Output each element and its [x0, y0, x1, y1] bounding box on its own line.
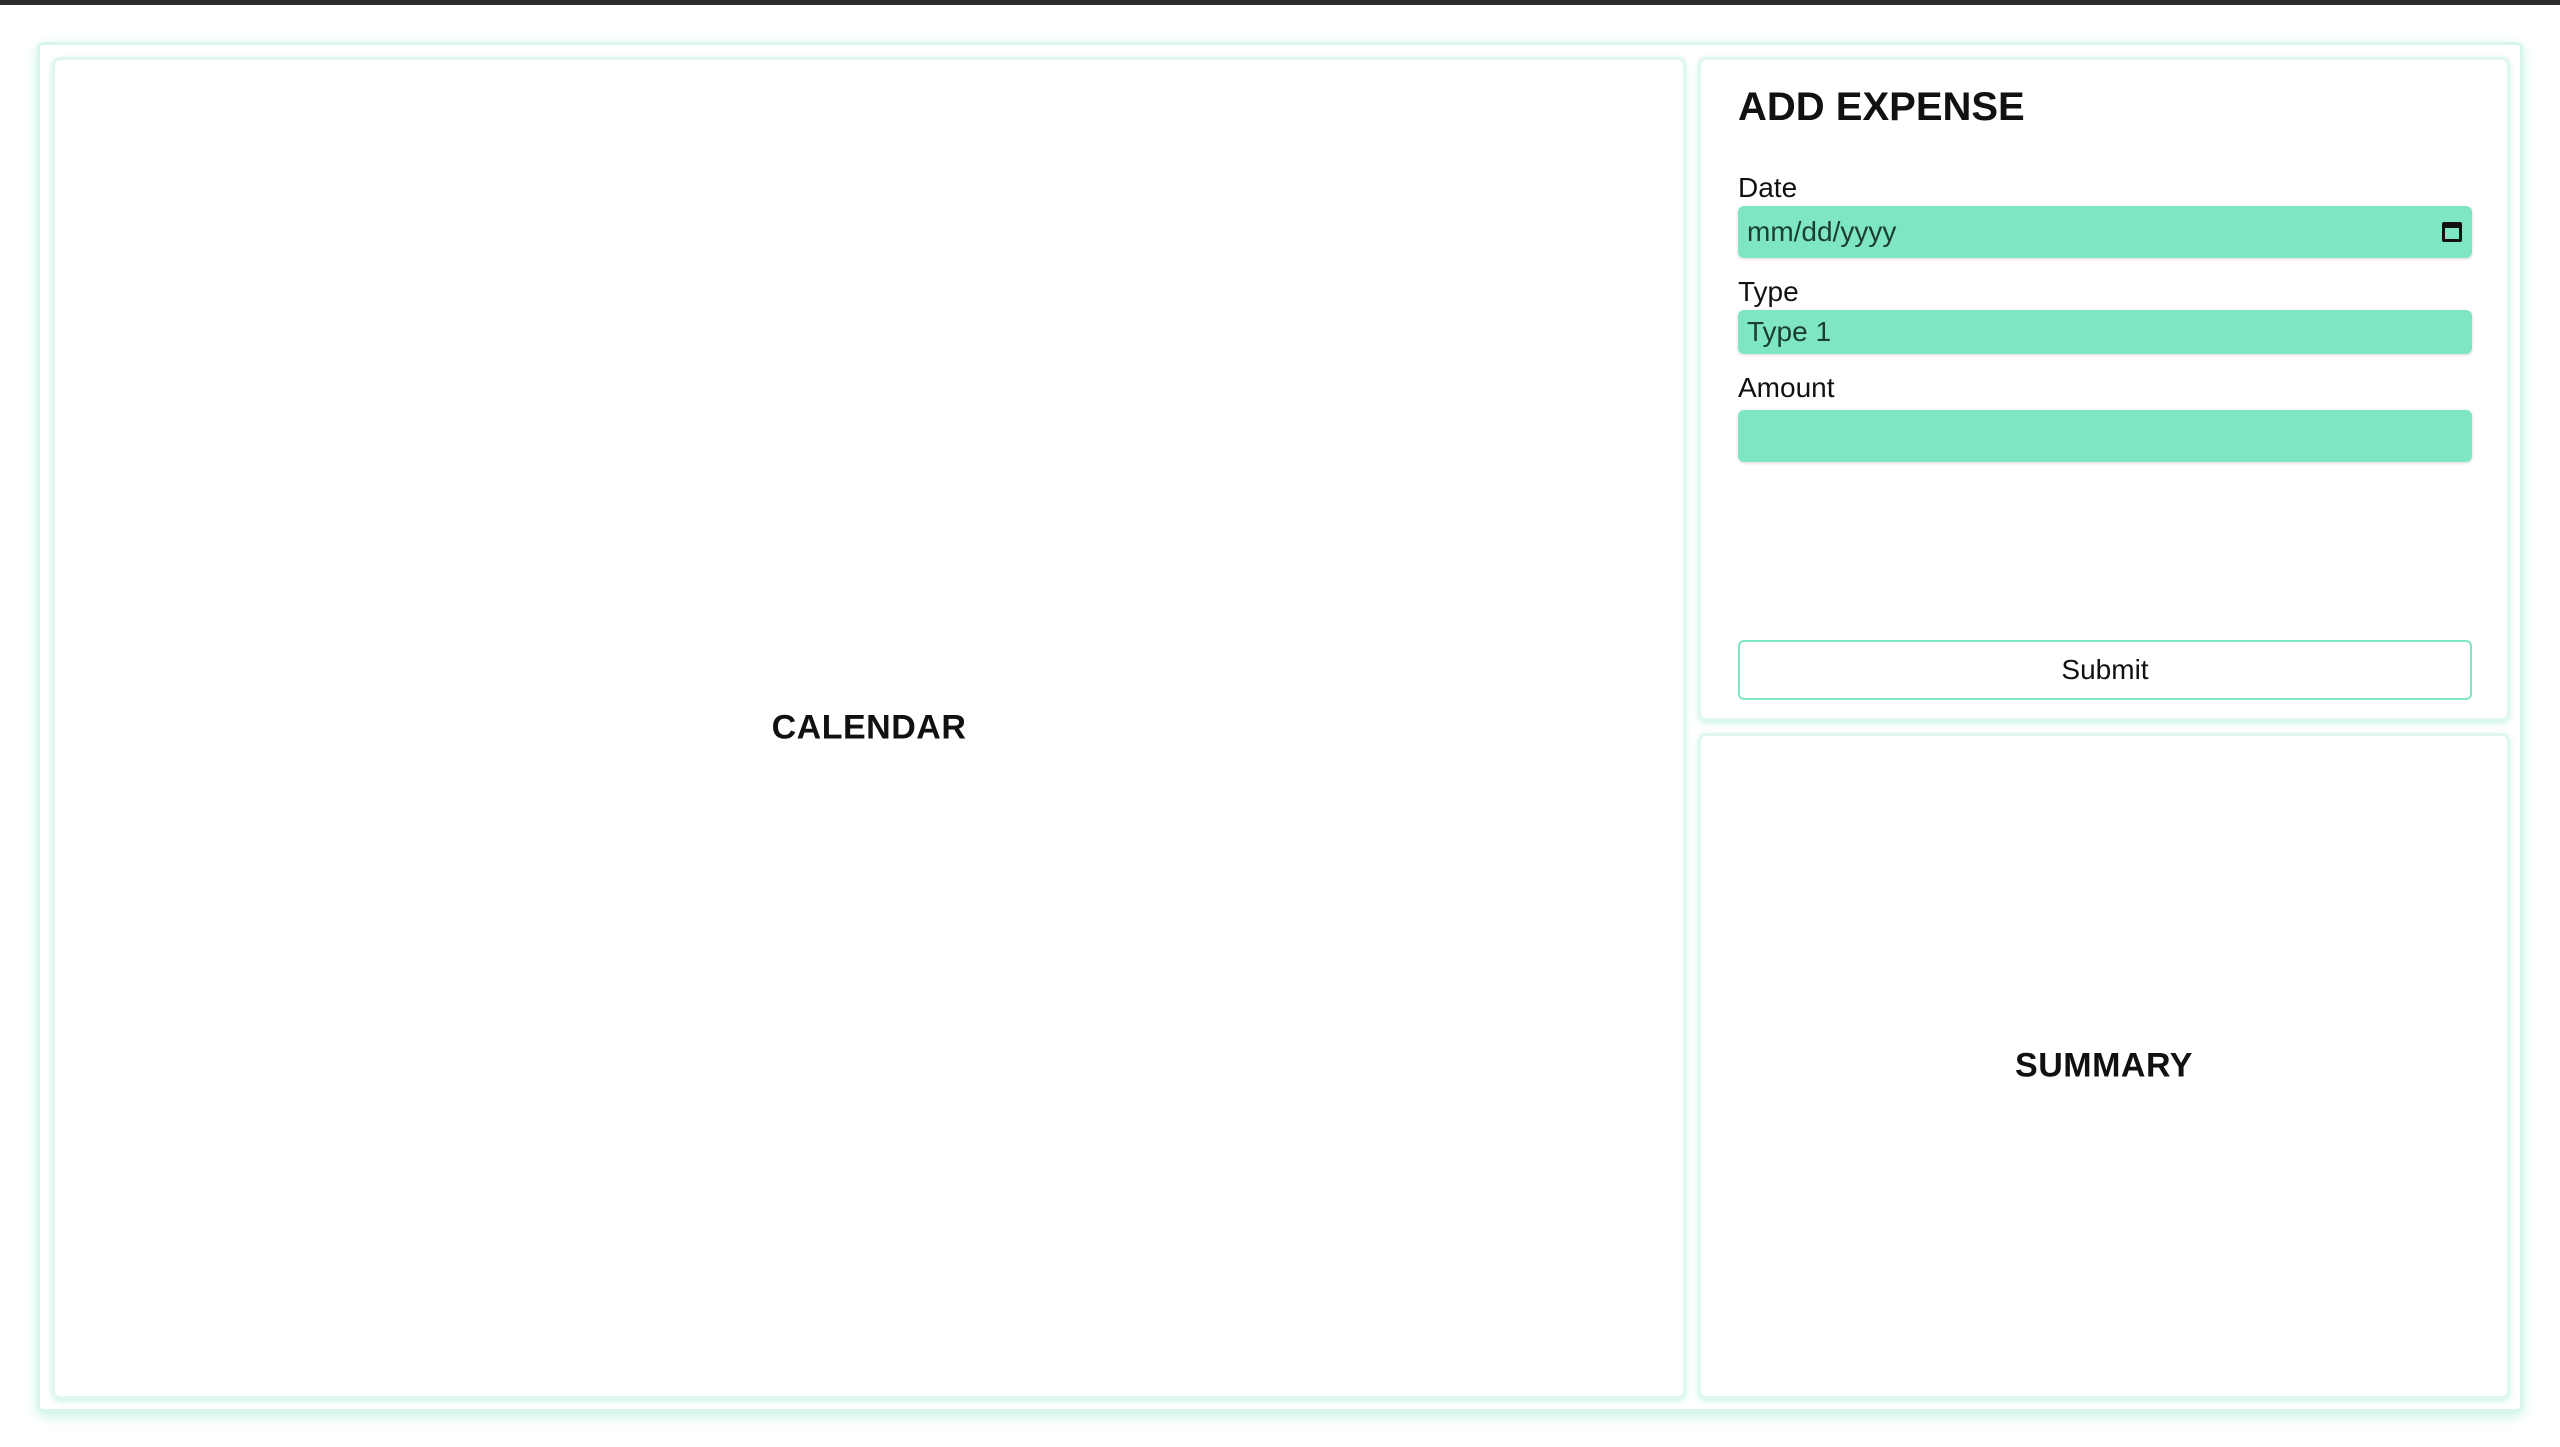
date-label: Date — [1738, 172, 1798, 203]
add-expense-title: ADD EXPENSE — [1738, 85, 2025, 129]
type-label: Type — [1738, 276, 1799, 307]
calendar-title: CALENDAR — [771, 708, 967, 747]
top-bar — [0, 0, 2560, 5]
type-select[interactable]: Type 1 — [1738, 310, 2472, 354]
submit-button[interactable]: Submit — [1738, 640, 2472, 700]
calendar-icon[interactable] — [2442, 222, 2462, 242]
amount-input[interactable] — [1738, 410, 2472, 462]
calendar-panel: CALENDAR — [52, 57, 1686, 1399]
summary-title: SUMMARY — [2015, 1046, 2193, 1085]
summary-panel: SUMMARY — [1698, 733, 2510, 1399]
amount-label: Amount — [1738, 372, 1835, 403]
add-expense-panel: ADD EXPENSE Date mm/dd/yyyy Type Type 1 … — [1698, 57, 2510, 721]
type-selected-value: Type 1 — [1747, 316, 1832, 347]
date-placeholder: mm/dd/yyyy — [1747, 216, 1897, 247]
date-input[interactable]: mm/dd/yyyy — [1738, 206, 2472, 258]
